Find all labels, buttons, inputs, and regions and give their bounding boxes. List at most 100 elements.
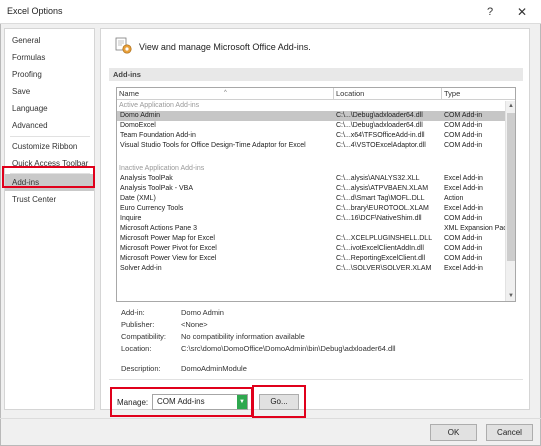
detail-value: C:\src\domo\DomoOffice\DomoAdmin\bin\Deb… [181, 344, 396, 353]
sidebar-item-advanced[interactable]: Advanced [5, 117, 94, 134]
sidebar-item-proofing[interactable]: Proofing [5, 66, 94, 83]
table-row[interactable]: Visual Studio Tools for Office Design-Ti… [117, 141, 505, 151]
table-row[interactable]: Euro Currency Tools C:\...brary\EUROTOOL… [117, 204, 505, 214]
table-row[interactable]: Domo Admin C:\...\Debug\adxloader64.dll … [117, 111, 505, 121]
cell-name: Microsoft Actions Pane 3 [120, 225, 198, 232]
cell-type: COM Add-in [444, 235, 483, 242]
scroll-down-icon[interactable]: ▼ [506, 291, 515, 301]
cell-location: C:\...\Debug\adxloader64.dll [336, 112, 423, 119]
table-row[interactable]: Date (XML) C:\...d\Smart Tag\MOFL.DLL Ac… [117, 194, 505, 204]
cell-type: COM Add-in [444, 215, 483, 222]
table-row[interactable]: Team Foundation Add-in C:\...x64\TFSOffi… [117, 131, 505, 141]
annotation-highlight-go [252, 385, 306, 418]
sidebar-item-general[interactable]: General [5, 32, 94, 49]
detail-label: Description: [121, 364, 161, 373]
cell-location: C:\...XCELPLUGINSHELL.DLL [336, 235, 433, 242]
cell-type: Excel Add-in [444, 205, 483, 212]
cell-name: DomoExcel [120, 122, 156, 129]
cell-location: C:\...alysis\ANALYS32.XLL [336, 175, 420, 182]
cell-location: C:\...x64\TFSOfficeAdd-in.dll [336, 132, 425, 139]
table-body: Active Application Add-ins Domo Admin C:… [117, 101, 505, 301]
cell-name: Date (XML) [120, 195, 156, 202]
table-row[interactable]: Microsoft Power Pivot for Excel C:\...iv… [117, 244, 505, 254]
detail-label: Add-in: [121, 308, 145, 317]
sidebar-item-trust-center[interactable]: Trust Center [5, 191, 94, 208]
annotation-highlight-manage [110, 387, 253, 417]
column-header-type[interactable]: Type [442, 88, 515, 100]
cell-location [335, 224, 441, 234]
detail-value: <None> [181, 320, 208, 329]
cell-type: COM Add-in [444, 142, 483, 149]
cell-type: Action [444, 195, 464, 202]
cell-type: COM Add-in [444, 255, 483, 262]
dialog-body: General Formulas Proofing Save Language … [0, 24, 541, 446]
table-row[interactable]: Microsoft Actions Pane 3 XML Expansion P… [117, 224, 505, 234]
cell-name: Visual Studio Tools for Office Design-Ti… [120, 142, 306, 149]
cell-location: C:\...\SOLVER\SOLVER.XLAM [336, 265, 432, 272]
table-row[interactable]: DomoExcel C:\...\Debug\adxloader64.dll C… [117, 121, 505, 131]
cell-name: Domo Admin [120, 112, 161, 119]
cell-location: C:\...brary\EUROTOOL.XLAM [336, 205, 429, 212]
window-title: Excel Options [7, 6, 63, 16]
detail-value: DomoAdminModule [181, 364, 247, 373]
divider [109, 379, 523, 380]
table-row[interactable]: Microsoft Power View for Excel C:\...Rep… [117, 254, 505, 264]
sidebar-item-customize-ribbon[interactable]: Customize Ribbon [5, 138, 94, 155]
cell-type: COM Add-in [444, 112, 483, 119]
gear-puzzle-icon [115, 37, 132, 54]
close-button[interactable]: ✕ [511, 3, 533, 21]
cell-type: Excel Add-in [444, 265, 483, 272]
cell-name: Analysis ToolPak [120, 175, 173, 182]
annotation-highlight-add-ins [2, 166, 95, 188]
detail-label: Location: [121, 344, 152, 353]
cell-location: C:\...ivotExcelClientAddIn.dll [336, 245, 424, 252]
cancel-button[interactable]: Cancel [486, 424, 533, 441]
detail-label: Compatibility: [121, 332, 167, 341]
table-row[interactable]: Inquire C:\...16\DCF\NativeShim.dll COM … [117, 214, 505, 224]
cell-location: C:\...ReportingExcelClient.dll [336, 255, 426, 262]
cell-name: Microsoft Power View for Excel [120, 255, 217, 262]
detail-value: No compatibility information available [181, 332, 305, 341]
title-bar: Excel Options ? ✕ [0, 0, 541, 24]
cell-type: Excel Add-in [444, 175, 483, 182]
cell-type: COM Add-in [444, 132, 483, 139]
cell-type: COM Add-in [444, 245, 483, 252]
sort-up-icon: ^ [224, 90, 227, 96]
group-label-inactive: Inactive Application Add-ins [119, 165, 205, 172]
table-row[interactable]: Analysis ToolPak C:\...alysis\ANALYS32.X… [117, 174, 505, 184]
ok-button[interactable]: OK [430, 424, 477, 441]
cell-location: C:\...alysis\ATPVBAEN.XLAM [336, 185, 429, 192]
sidebar-divider [10, 136, 90, 137]
cell-name: Microsoft Power Map for Excel [120, 235, 215, 242]
cell-name: Team Foundation Add-in [120, 132, 196, 139]
column-header-location[interactable]: Location [334, 88, 442, 100]
scrollbar-thumb[interactable] [507, 113, 515, 261]
detail-label: Publisher: [121, 320, 155, 329]
help-button[interactable]: ? [481, 3, 499, 21]
sidebar-item-language[interactable]: Language [5, 100, 94, 117]
cell-name: Inquire [120, 215, 142, 222]
cell-type: Excel Add-in [444, 185, 483, 192]
add-ins-table[interactable]: Name ^ Location Type Active Application … [116, 87, 516, 302]
cell-type: XML Expansion Pack [444, 225, 505, 232]
cell-name: Solver Add-in [120, 265, 162, 272]
cell-type: COM Add-in [444, 122, 483, 129]
cell-location: C:\...d\Smart Tag\MOFL.DLL [336, 195, 425, 202]
section-header-add-ins: Add-ins [109, 68, 523, 81]
detail-value: Domo Admin [181, 308, 224, 317]
cell-location: C:\...4\VSTOExcelAdaptor.dll [336, 142, 426, 149]
table-header: Name ^ Location Type [117, 88, 515, 100]
sidebar: General Formulas Proofing Save Language … [4, 28, 95, 410]
table-row[interactable]: Microsoft Power Map for Excel C:\...XCEL… [117, 234, 505, 244]
table-row[interactable]: Solver Add-in C:\...\SOLVER\SOLVER.XLAM … [117, 264, 505, 274]
sidebar-item-save[interactable]: Save [5, 83, 94, 100]
sidebar-item-formulas[interactable]: Formulas [5, 49, 94, 66]
cell-name: Microsoft Power Pivot for Excel [120, 245, 217, 252]
scroll-up-icon[interactable]: ▲ [506, 101, 515, 111]
cell-name: Analysis ToolPak - VBA [120, 185, 194, 192]
main-panel: View and manage Microsoft Office Add-ins… [100, 28, 530, 410]
page-title: View and manage Microsoft Office Add-ins… [139, 42, 311, 52]
table-row[interactable]: Analysis ToolPak - VBA C:\...alysis\ATPV… [117, 184, 505, 194]
table-scrollbar[interactable]: ▲ ▼ [505, 101, 515, 301]
cell-name: Euro Currency Tools [120, 205, 184, 212]
